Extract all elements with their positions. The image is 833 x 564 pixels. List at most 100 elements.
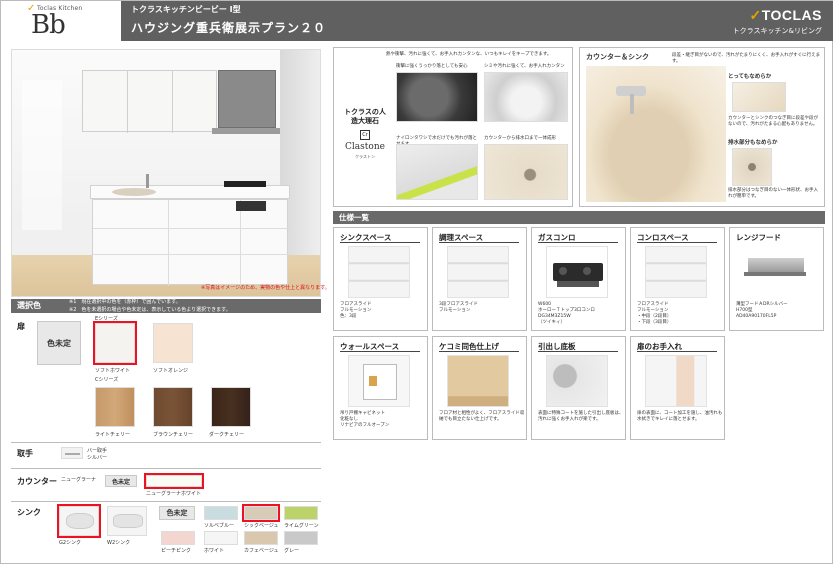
- drain-heading: 排水部分もなめらか: [728, 140, 778, 146]
- sink-color-lime-green[interactable]: [284, 506, 318, 520]
- counter-name: ニューグラーナ: [61, 477, 97, 483]
- smooth-heading: とってもなめらか: [728, 74, 772, 80]
- door-swatch-label: ダークチェリー: [209, 432, 245, 438]
- counter-selected-label: ニューグラーナホワイト: [146, 491, 202, 497]
- gas-stove-image: [546, 246, 608, 298]
- counter-sink-title: カウンター＆シンク: [586, 53, 649, 61]
- bar-handle-image: [61, 447, 83, 459]
- spec-note: フロアスライド フルモーション 色：3段: [340, 302, 372, 319]
- clastone-caption: 衝撃に強くうっかり落としても安心: [396, 64, 468, 69]
- smooth-photo: [732, 82, 786, 112]
- sink-color-cafe-beige[interactable]: [244, 531, 278, 545]
- sink-space-image: [348, 246, 410, 298]
- spec-note: 表面に特殊コートを施した引出し底板は、汚れに強くお手入れが楽です。: [538, 411, 624, 422]
- handle-name: バー取手: [87, 448, 108, 454]
- page-title: ハウジング重兵衛展示プラン２０: [131, 21, 327, 35]
- door-swatch-dark-cherry[interactable]: [211, 387, 251, 427]
- clastone-brand: Clastone: [345, 142, 385, 152]
- range-hood-image: [744, 246, 806, 298]
- spec-note: 3段フロアスライド フルモーション: [439, 302, 478, 313]
- clastone-brand-sub: クラストン: [355, 154, 375, 159]
- spec-card-stove-space: コンロスペース フロアスライド フルモーション ・中段（2段目） ・下段（3段目）: [630, 227, 725, 331]
- spec-note: 吊り戸棚キャビネット 化粧なし リナビアのフルオープン: [340, 411, 390, 428]
- drain-desc: 排水部分はつなぎ目のない一体形状、お手入れが簡単です。: [728, 188, 818, 199]
- counter-swatch-new-grana-white[interactable]: [144, 473, 204, 489]
- sink-color-sorbet-blue[interactable]: [204, 506, 238, 520]
- selection-note-2: ※2 色を未選択の場合や色未定は、表示している色より選択できます。: [69, 307, 231, 313]
- counter-sink-lead: 段差・継ぎ目がないので、汚れがたまりにくく、お手入れがすぐに行えます。: [672, 53, 821, 64]
- range-hood: [218, 70, 276, 128]
- counter-sink-photo: [586, 66, 726, 202]
- sink-type-label: G2シンク: [59, 540, 82, 546]
- clastone-caption: シミや汚れに強くて、お手入れカンタン: [484, 64, 565, 69]
- image-disclaimer: ※写真はイメージのため、実物の色や仕上と異なります。: [201, 285, 330, 291]
- sink-color-label: ピーチピンク: [161, 548, 192, 554]
- brand-logo: ✓ Toclas Kitchen Bb: [9, 3, 113, 39]
- sink-type-label: W2シンク: [107, 540, 131, 546]
- sink-color-peach-pink[interactable]: [161, 531, 195, 545]
- faucet: [146, 174, 149, 188]
- spec-card-drawer-bottom: 引出し底板 表面に特殊コートを施した引出し底板は、汚れに強くお手入れが楽です。: [531, 336, 626, 440]
- stove-space-image: [645, 246, 707, 298]
- door-undecided-button[interactable]: 色未定: [37, 321, 81, 365]
- spec-card-door-care: 扉のお手入れ 扉の表面に、コート加工を施し、油汚れも水拭きでキレイに落とせます。: [630, 336, 725, 440]
- cooktop: [224, 181, 266, 187]
- clastone-lead: 熱や衝撃、汚れに強くて、お手入れカンタンな、いつもキレイをキープできます。: [386, 52, 552, 57]
- counter-label: カウンター: [17, 477, 57, 486]
- sink-color-label: カフェベージュ: [244, 548, 279, 554]
- door-swatch-label: ライトチェリー: [95, 432, 131, 438]
- sink-color-label: シックベージュ: [244, 523, 279, 529]
- scrub-photo: [396, 144, 478, 200]
- sink-basin: [112, 188, 156, 196]
- company-logo: ✓TOCLAS: [749, 7, 822, 23]
- door-swatch-brown-cherry[interactable]: [153, 387, 193, 427]
- sink-color-label: グレー: [284, 548, 300, 554]
- door-swatch-label: ソフトオレンジ: [153, 368, 189, 374]
- kickplate-image: [447, 355, 509, 407]
- drain-detail-photo: [732, 148, 772, 186]
- door-swatch-soft-white[interactable]: [93, 321, 137, 365]
- sink-color-white[interactable]: [204, 531, 238, 545]
- brand-bb: Bb: [31, 10, 66, 40]
- sink-label: シンク: [17, 508, 41, 517]
- handle-label: 取手: [17, 449, 33, 458]
- spec-note: フロアスライド フルモーション ・中段（2段目） ・下段（3段目）: [637, 302, 672, 325]
- sink-color-gray[interactable]: [284, 531, 318, 545]
- sink-color-chic-beige[interactable]: [242, 504, 280, 522]
- title-bar: トクラスキッチンビービー I型 ハウジング重兵衛展示プラン２０ ✓TOCLAS …: [121, 1, 833, 41]
- clastone-panel: 熱や衝撃、汚れに強くて、お手入れカンタンな、いつもキレイをキープできます。 トク…: [333, 47, 573, 207]
- sink-type-w2[interactable]: [107, 506, 147, 536]
- counter-sink-panel: カウンター＆シンク 段差・継ぎ目がないので、汚れがたまりにくく、お手入れがすぐに…: [579, 47, 825, 207]
- kitchen-render: [11, 49, 321, 297]
- clastone-mark-icon: Cr: [360, 130, 370, 140]
- sink-type-g2[interactable]: [57, 504, 101, 538]
- spec-note: W600 ホーローＴトップ3口コンロ DG34M3Z15W （ツイキィ）: [538, 302, 595, 325]
- sink-undecided-button[interactable]: 色未定: [159, 506, 195, 520]
- spec-note: 薄型フードＡDRシルバー H700型 AD40A90170FL5P: [736, 302, 788, 319]
- company-subtitle: トクラスキッチン&リビング: [732, 27, 822, 35]
- impact-photo: [396, 72, 478, 122]
- spec-card-sink-space: シンクスペース フロアスライド フルモーション 色：3段: [333, 227, 428, 331]
- prep-space-image: [447, 246, 509, 298]
- counter-undecided-button[interactable]: 色未定: [105, 475, 137, 487]
- base-cabinet: [92, 199, 289, 286]
- product-subtitle: トクラスキッチンビービー I型: [131, 5, 241, 14]
- selection-note-1: ※1 現在選択中の色を（赤枠）で囲んでいます。: [69, 299, 181, 305]
- door-swatch-light-cherry[interactable]: [95, 387, 135, 427]
- smooth-desc: カウンターとシンクのつなぎ目に段差や段がないので、汚れがたまる心配もありません。: [728, 116, 818, 127]
- handle-sub: シルバー: [87, 455, 108, 461]
- spec-note: フロア材と相性がよく、フロアスライド収納でも目立たない仕上げです。: [439, 411, 525, 422]
- clastone-caption: カウンターから排水口まで一体成形: [484, 136, 556, 141]
- check-icon: ✓: [749, 7, 762, 23]
- spec-card-prep-space: 調理スペース 3段フロアスライド フルモーション: [432, 227, 527, 331]
- stain-photo: [484, 72, 568, 122]
- spec-card-range-hood: レンジフード 薄型フードＡDRシルバー H700型 AD40A90170FL5P: [729, 227, 824, 331]
- series-e-label: Eシリーズ: [95, 316, 118, 322]
- spec-title: レンジフード: [736, 233, 781, 242]
- door-swatch-soft-orange[interactable]: [153, 323, 193, 363]
- spec-card-gas-stove: ガスコンロ W600 ホーローＴトップ3口コンロ DG34M3Z15W （ツイキィ）: [531, 227, 626, 331]
- spec-note: 扉の表面に、コート加工を施し、油汚れも水拭きでキレイに落とせます。: [637, 411, 723, 422]
- door-swatch-label: ブラウンチェリー: [153, 432, 194, 438]
- wall-space-image: [348, 355, 410, 407]
- drain-photo: [484, 144, 568, 200]
